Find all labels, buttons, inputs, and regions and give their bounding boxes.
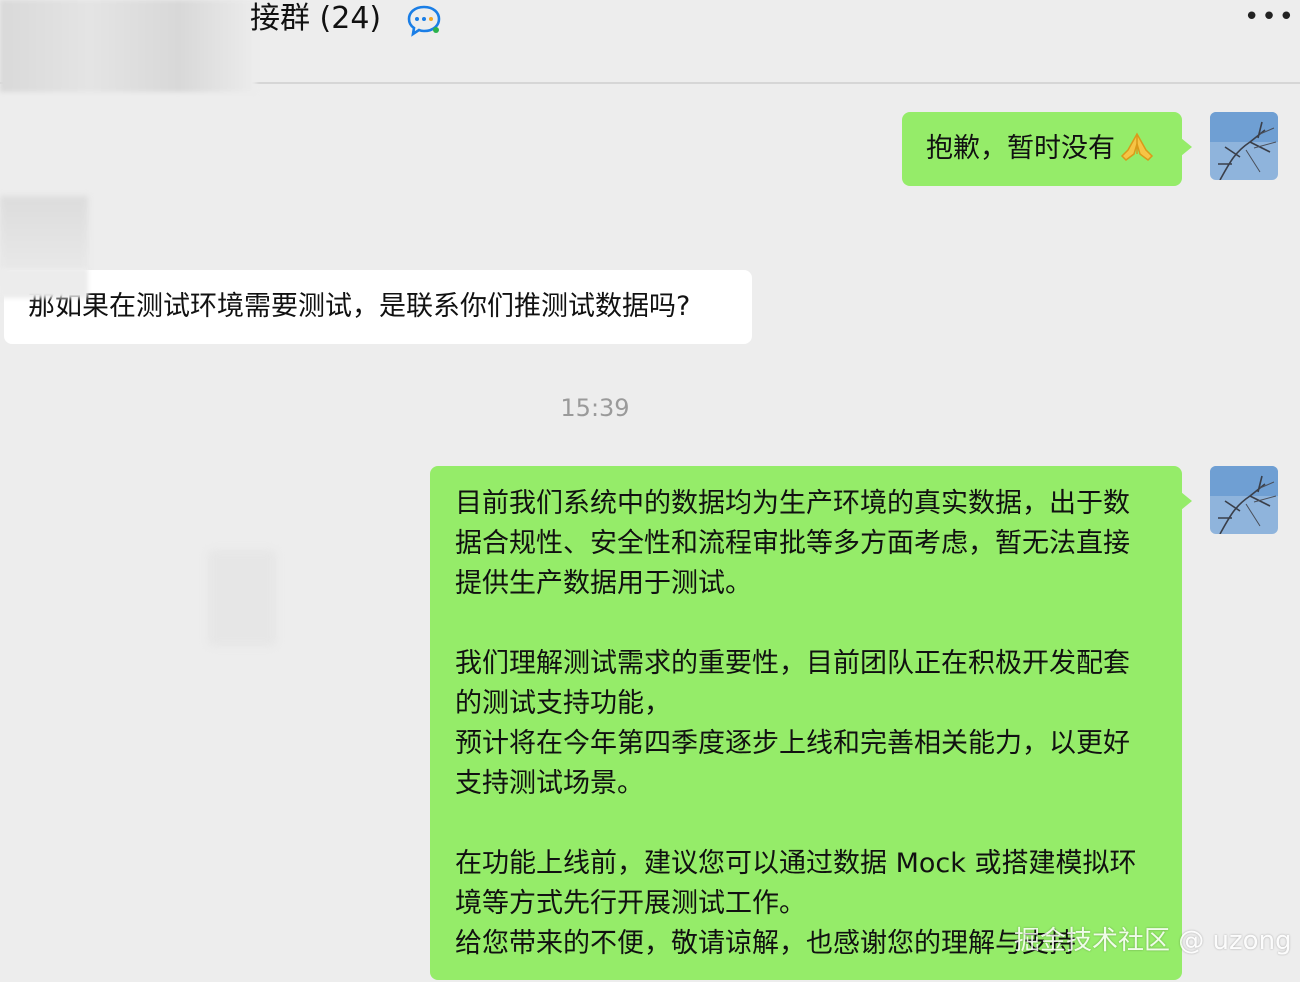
message-paragraph: 我们理解测试需求的重要性，目前团队正在积极开发配套 的测试支持功能， 预计将在今…: [455, 644, 1165, 804]
blurred-ghost-element: [208, 550, 276, 646]
blurred-title-prefix: [0, 0, 256, 92]
more-options-button[interactable]: •••: [1244, 4, 1294, 34]
folded-hands-icon: [1120, 132, 1154, 174]
chat-title[interactable]: 接群 (24): [250, 0, 381, 42]
message-line: 的测试支持功能，: [455, 688, 671, 719]
message-text: 抱歉，暂时没有: [926, 133, 1115, 164]
message-bubble-incoming[interactable]: 那如果在测试环境需要测试，是联系你们推测试数据吗?: [4, 270, 752, 344]
message-bubble-outgoing[interactable]: 抱歉，暂时没有: [902, 112, 1192, 186]
message-text: 那如果在测试环境需要测试，是联系你们推测试数据吗?: [28, 291, 691, 322]
watermark: 掘金技术社区 @ uzong: [1014, 926, 1292, 956]
message-line: 据合规性、安全性和流程审批等多方面考虑，暂无法直接: [455, 528, 1130, 559]
tree-sky-avatar-icon: [1210, 112, 1278, 180]
message-timestamp: 15:39: [560, 394, 630, 422]
avatar[interactable]: [1210, 466, 1278, 534]
message-line: 目前我们系统中的数据均为生产环境的真实数据，出于数: [455, 488, 1130, 519]
message-line: 我们理解测试需求的重要性，目前团队正在积极开发配套: [455, 648, 1130, 679]
avatar[interactable]: [1210, 112, 1278, 180]
tree-sky-avatar-icon: [1210, 466, 1278, 534]
message-line: 预计将在今年第四季度逐步上线和完善相关能力，以更好: [455, 728, 1130, 759]
message-line: 提供生产数据用于测试。: [455, 568, 752, 599]
chat-header: 接群 (24) •••: [0, 0, 1300, 92]
message-line: 境等方式先行开展测试工作。: [455, 888, 806, 919]
message-line: 支持测试场景。: [455, 768, 644, 799]
message-line: 在功能上线前，建议您可以通过数据 Mock 或搭建模拟环: [455, 848, 1137, 879]
blur-mask: [0, 268, 88, 298]
message-bubble-outgoing[interactable]: 目前我们系统中的数据均为生产环境的真实数据，出于数 据合规性、安全性和流程审批等…: [430, 466, 1192, 980]
group-chat-icon: [406, 4, 444, 38]
message-paragraph: 目前我们系统中的数据均为生产环境的真实数据，出于数 据合规性、安全性和流程审批等…: [455, 484, 1165, 604]
